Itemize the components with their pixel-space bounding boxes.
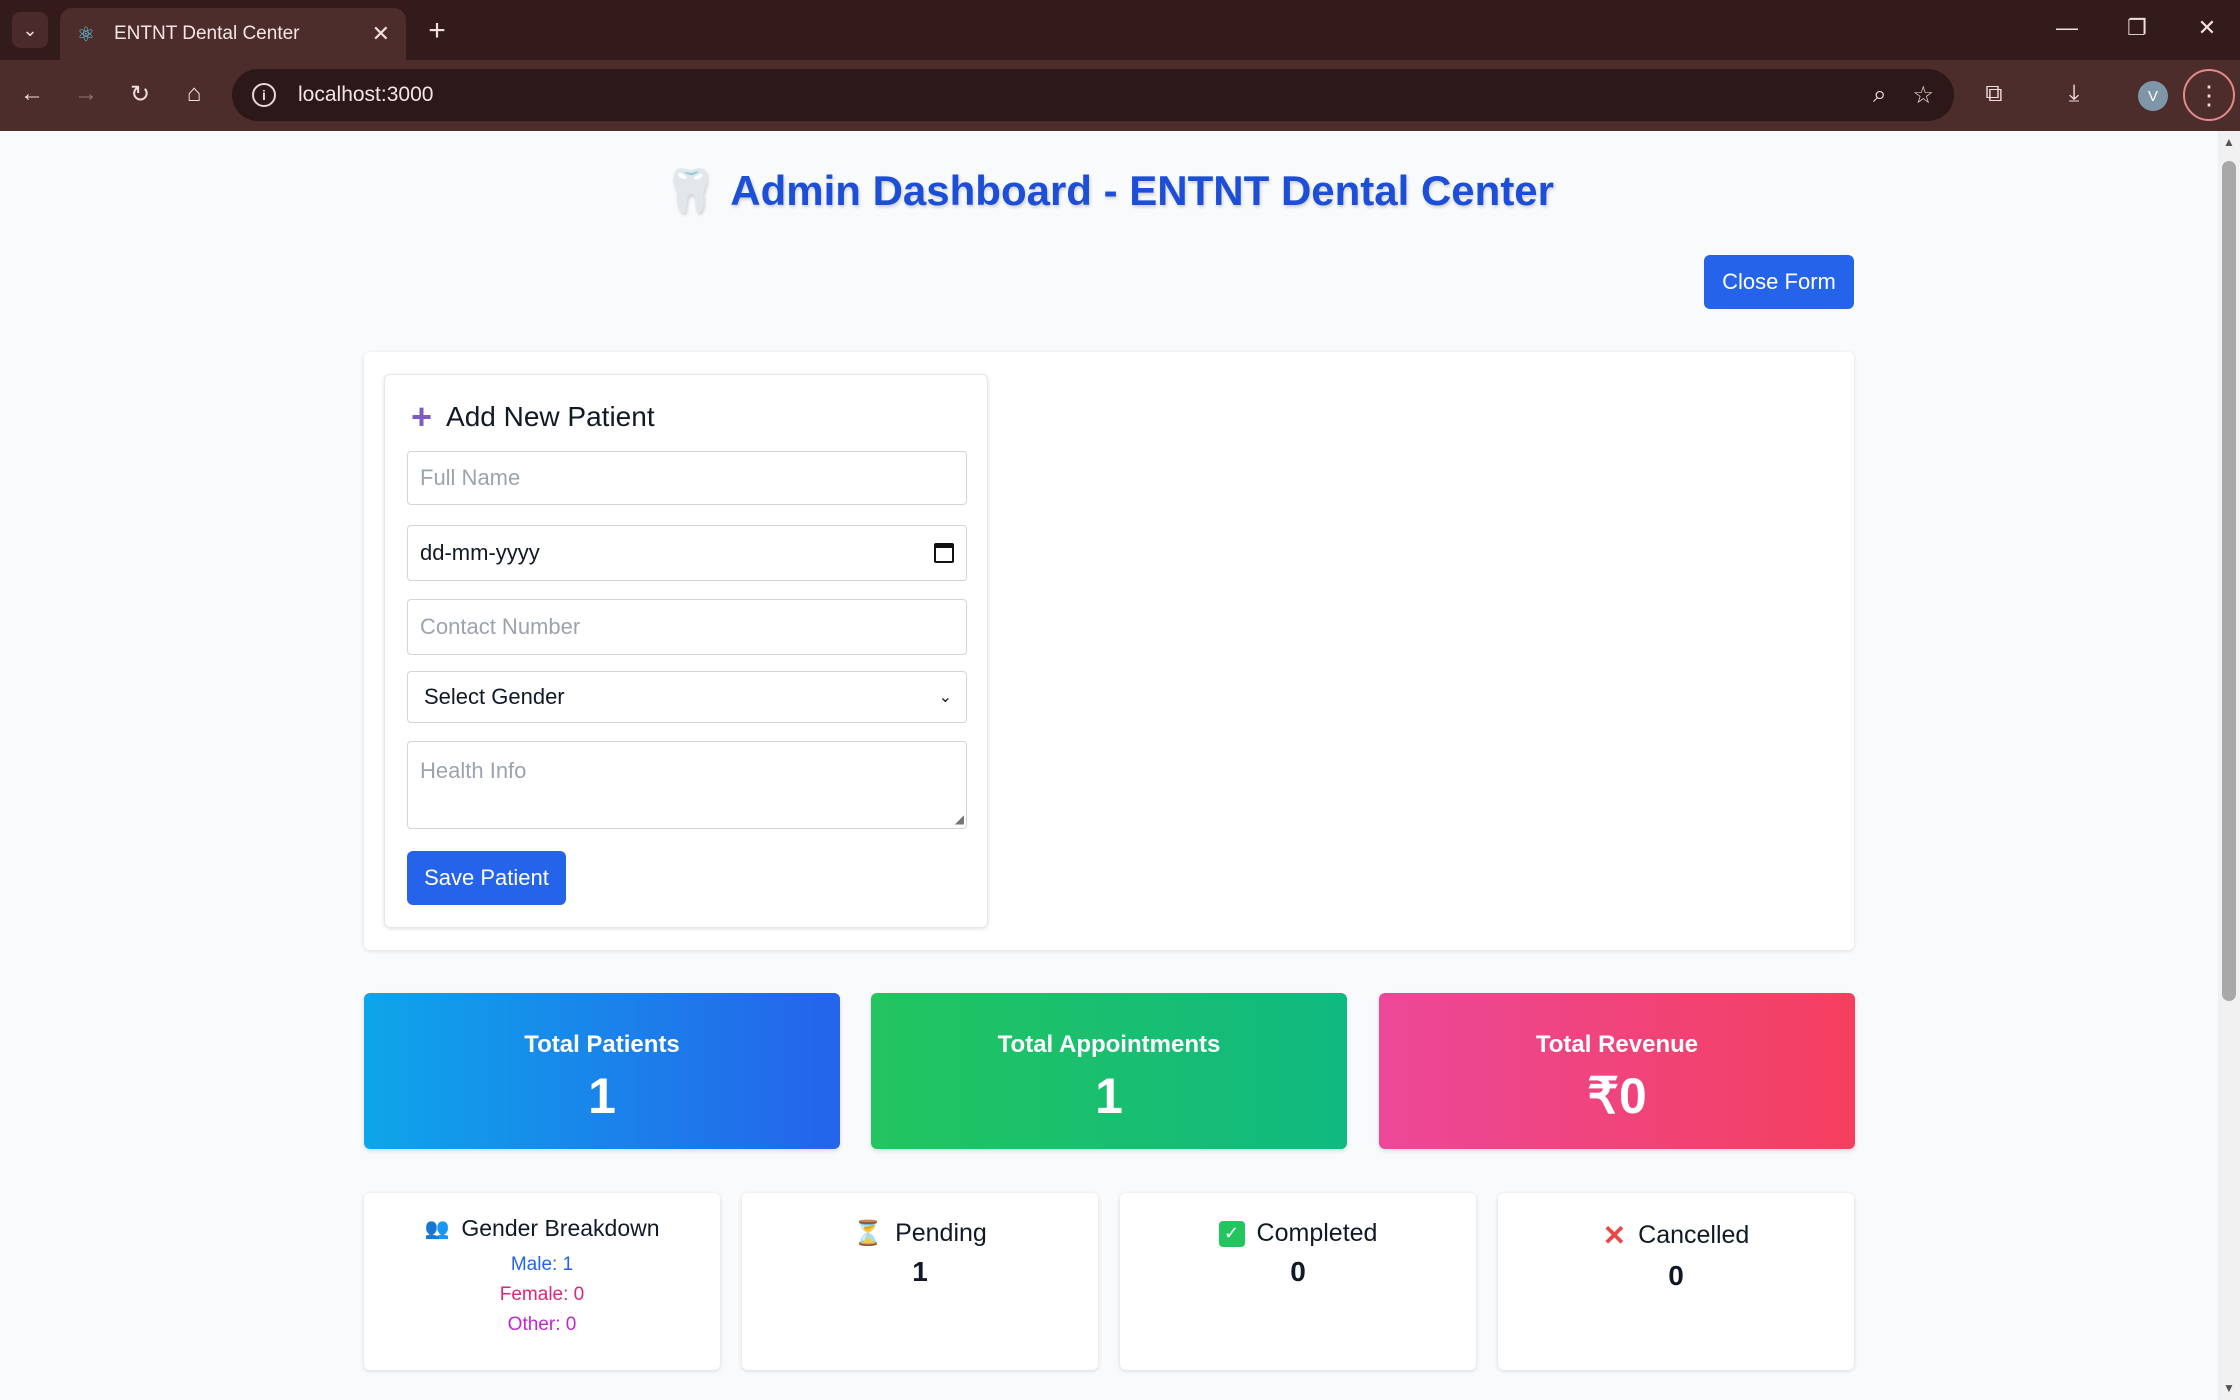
- completed-card: ✓ Completed 0: [1120, 1193, 1476, 1370]
- window-close-icon[interactable]: ✕: [2182, 8, 2232, 48]
- gender-breakdown-heading: 👥 Gender Breakdown: [424, 1215, 660, 1241]
- save-patient-button[interactable]: Save Patient: [407, 851, 566, 905]
- other-count: Other: 0: [507, 1314, 577, 1335]
- total-appointments-value: 1: [1095, 1068, 1123, 1124]
- site-info-icon[interactable]: i: [252, 83, 276, 107]
- add-patient-form: + Add New Patient Full Name dd-mm-yyyy C…: [384, 374, 988, 928]
- pending-card: ⏳ Pending 1: [742, 1193, 1098, 1370]
- form-title: + Add New Patient: [411, 396, 655, 437]
- minimize-icon[interactable]: —: [2042, 8, 2092, 48]
- tab-search-button[interactable]: ⌄: [12, 12, 48, 48]
- page-title: 🦷 Admin Dashboard - ENTNT Dental Center: [663, 167, 1555, 214]
- plus-icon: +: [411, 396, 433, 437]
- total-patients-card: Total Patients 1: [364, 993, 840, 1149]
- total-appointments-card: Total Appointments 1: [871, 993, 1347, 1149]
- cancelled-card: ✕ Cancelled 0: [1498, 1193, 1854, 1370]
- health-info-textarea[interactable]: Health Info ◢: [407, 741, 967, 829]
- female-count: Female: 0: [499, 1284, 585, 1305]
- calendar-icon[interactable]: [934, 543, 954, 563]
- restore-icon[interactable]: ❐: [2112, 8, 2162, 48]
- form-section: + Add New Patient Full Name dd-mm-yyyy C…: [364, 352, 1854, 950]
- users-icon: 👥: [424, 1218, 450, 1240]
- completed-heading: ✓ Completed: [1120, 1219, 1476, 1248]
- dob-input[interactable]: dd-mm-yyyy: [407, 525, 967, 581]
- contact-number-input[interactable]: Contact Number: [407, 599, 967, 655]
- downloads-icon[interactable]: ⤓: [2054, 74, 2094, 114]
- forward-icon[interactable]: →: [66, 74, 106, 114]
- address-bar[interactable]: i localhost:3000 ⌕ ☆: [232, 69, 1954, 121]
- cancelled-value: 0: [1668, 1260, 1684, 1291]
- total-revenue-value: ₹0: [1587, 1068, 1647, 1124]
- tooth-icon: 🦷: [663, 167, 717, 214]
- total-appointments-label: Total Appointments: [997, 1031, 1221, 1058]
- new-tab-button[interactable]: +: [420, 14, 454, 48]
- page-content: 🦷 Admin Dashboard - ENTNT Dental Center C…: [0, 131, 2218, 1400]
- gender-select-value: Select Gender: [424, 684, 565, 709]
- dob-placeholder: dd-mm-yyyy: [420, 540, 540, 565]
- total-patients-label: Total Patients: [524, 1031, 680, 1058]
- hourglass-icon: ⏳: [853, 1220, 884, 1247]
- pending-heading: ⏳ Pending: [853, 1219, 987, 1247]
- close-tab-icon[interactable]: ✕: [372, 21, 390, 47]
- tab-title: ENTNT Dental Center: [114, 23, 300, 44]
- chevron-down-icon: ⌄: [938, 689, 952, 706]
- full-name-input[interactable]: Full Name: [407, 451, 967, 505]
- extensions-icon[interactable]: ⧉: [1974, 74, 2014, 114]
- resize-handle-icon[interactable]: ◢: [955, 812, 964, 826]
- scroll-down-icon[interactable]: ▼: [2222, 1381, 2236, 1395]
- health-info-placeholder: Health Info: [420, 758, 527, 783]
- gender-select[interactable]: Select Gender ⌄: [407, 671, 967, 723]
- check-mark-icon: ✓: [1218, 1220, 1245, 1247]
- gender-breakdown-card: 👥 Gender Breakdown Male: 1 Female: 0 Oth…: [364, 1193, 720, 1370]
- back-icon[interactable]: ←: [12, 74, 52, 114]
- browser-menu-icon[interactable]: ⋮: [2183, 69, 2235, 121]
- browser-tab[interactable]: ⚛ ENTNT Dental Center ✕: [60, 8, 406, 60]
- page-scrollbar[interactable]: ▲ ▼: [2218, 131, 2240, 1400]
- close-form-button[interactable]: Close Form: [1704, 255, 1854, 309]
- pending-value: 1: [912, 1256, 928, 1287]
- url-text: localhost:3000: [298, 83, 434, 106]
- total-revenue-label: Total Revenue: [1535, 1031, 1699, 1058]
- total-revenue-card: Total Revenue ₹0: [1379, 993, 1855, 1149]
- home-icon[interactable]: ⌂: [174, 74, 214, 114]
- browser-toolbar: ← → ↻ ⌂ i localhost:3000 ⌕ ☆ ⧉ ⤓: [0, 60, 2240, 131]
- reload-icon[interactable]: ↻: [120, 74, 160, 114]
- scroll-up-icon[interactable]: ▲: [2222, 135, 2236, 149]
- zoom-icon[interactable]: ⌕: [1873, 81, 1886, 109]
- bookmark-star-icon[interactable]: ☆: [1912, 81, 1934, 110]
- cancelled-heading: ✕ Cancelled: [1602, 1220, 1750, 1251]
- male-count: Male: 1: [510, 1254, 574, 1275]
- browser-tab-bar: ⌄ ⚛ ENTNT Dental Center ✕ + — ❐ ✕: [0, 0, 2240, 60]
- react-icon: ⚛: [77, 23, 95, 46]
- profile-avatar[interactable]: V: [2138, 81, 2168, 111]
- total-patients-value: 1: [588, 1068, 616, 1124]
- cross-mark-icon: ✕: [1602, 1220, 1627, 1251]
- scrollbar-thumb[interactable]: [2222, 161, 2236, 1001]
- completed-value: 0: [1290, 1256, 1306, 1287]
